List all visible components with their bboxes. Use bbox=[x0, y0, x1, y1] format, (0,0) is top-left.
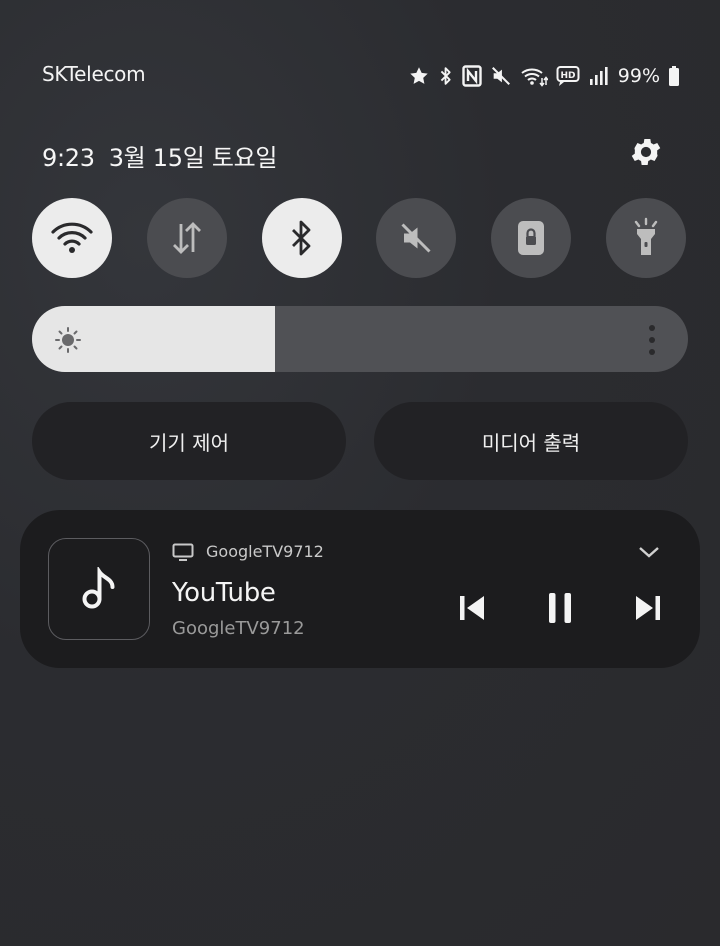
brightness-slider[interactable] bbox=[32, 306, 688, 372]
media-subtitle: GoogleTV9712 bbox=[172, 618, 305, 639]
mute-icon bbox=[491, 67, 510, 85]
wifi-toggle[interactable] bbox=[32, 198, 112, 278]
skip-next-icon bbox=[636, 596, 660, 620]
skip-next-button[interactable] bbox=[626, 586, 670, 630]
cast-device-row: GoogleTV9712 bbox=[172, 542, 324, 561]
bluetooth-toggle[interactable] bbox=[262, 198, 342, 278]
bluetooth-icon bbox=[440, 67, 451, 85]
datetime: 9:23 3월 15일 토요일 bbox=[42, 138, 277, 173]
signal-icon bbox=[589, 67, 608, 85]
skip-previous-icon bbox=[460, 596, 484, 620]
media-output-button[interactable]: 미디어 출력 bbox=[374, 402, 688, 480]
data-transfer-icon bbox=[173, 222, 201, 254]
nfc-icon bbox=[462, 65, 482, 87]
svg-text:HD: HD bbox=[560, 71, 575, 81]
pause-icon bbox=[549, 593, 571, 623]
skip-previous-button[interactable] bbox=[450, 586, 494, 630]
sun-icon bbox=[55, 327, 81, 353]
clock-time: 9:23 bbox=[42, 144, 95, 172]
media-player-card[interactable]: GoogleTV9712 YouTube GoogleTV9712 bbox=[20, 510, 700, 668]
media-title: YouTube bbox=[172, 578, 276, 608]
clock-date: 3월 15일 토요일 bbox=[108, 144, 278, 172]
sound-toggle[interactable] bbox=[376, 198, 456, 278]
lock-icon bbox=[518, 221, 544, 255]
status-bar: SKTelecom HD 99% bbox=[0, 0, 720, 150]
tv-icon bbox=[172, 543, 194, 561]
gear-icon bbox=[631, 138, 661, 166]
hd-voice-icon: HD bbox=[556, 66, 580, 86]
expand-button[interactable] bbox=[634, 540, 664, 564]
music-note-icon bbox=[82, 567, 115, 609]
wifi-activity-icon bbox=[521, 68, 548, 87]
battery-icon bbox=[669, 66, 679, 86]
wifi-icon bbox=[51, 222, 93, 253]
cast-device-name: GoogleTV9712 bbox=[206, 542, 324, 561]
battery-percent: 99% bbox=[617, 65, 660, 87]
more-vertical-icon[interactable] bbox=[648, 325, 656, 355]
pause-button[interactable] bbox=[538, 586, 582, 630]
chevron-down-icon bbox=[639, 547, 659, 558]
album-art bbox=[48, 538, 150, 640]
device-control-button[interactable]: 기기 제어 bbox=[32, 402, 346, 480]
screen-lock-toggle[interactable] bbox=[491, 198, 571, 278]
quick-settings-row bbox=[32, 198, 686, 278]
mobile-data-toggle[interactable] bbox=[147, 198, 227, 278]
flashlight-icon bbox=[634, 217, 658, 255]
carrier-name: SKTelecom bbox=[42, 62, 146, 86]
mute-icon bbox=[401, 223, 431, 253]
bluetooth-icon bbox=[292, 220, 311, 256]
flashlight-toggle[interactable] bbox=[606, 198, 686, 278]
status-icons: HD 99% bbox=[408, 62, 680, 90]
settings-button[interactable] bbox=[626, 134, 666, 170]
star-icon bbox=[410, 67, 428, 84]
